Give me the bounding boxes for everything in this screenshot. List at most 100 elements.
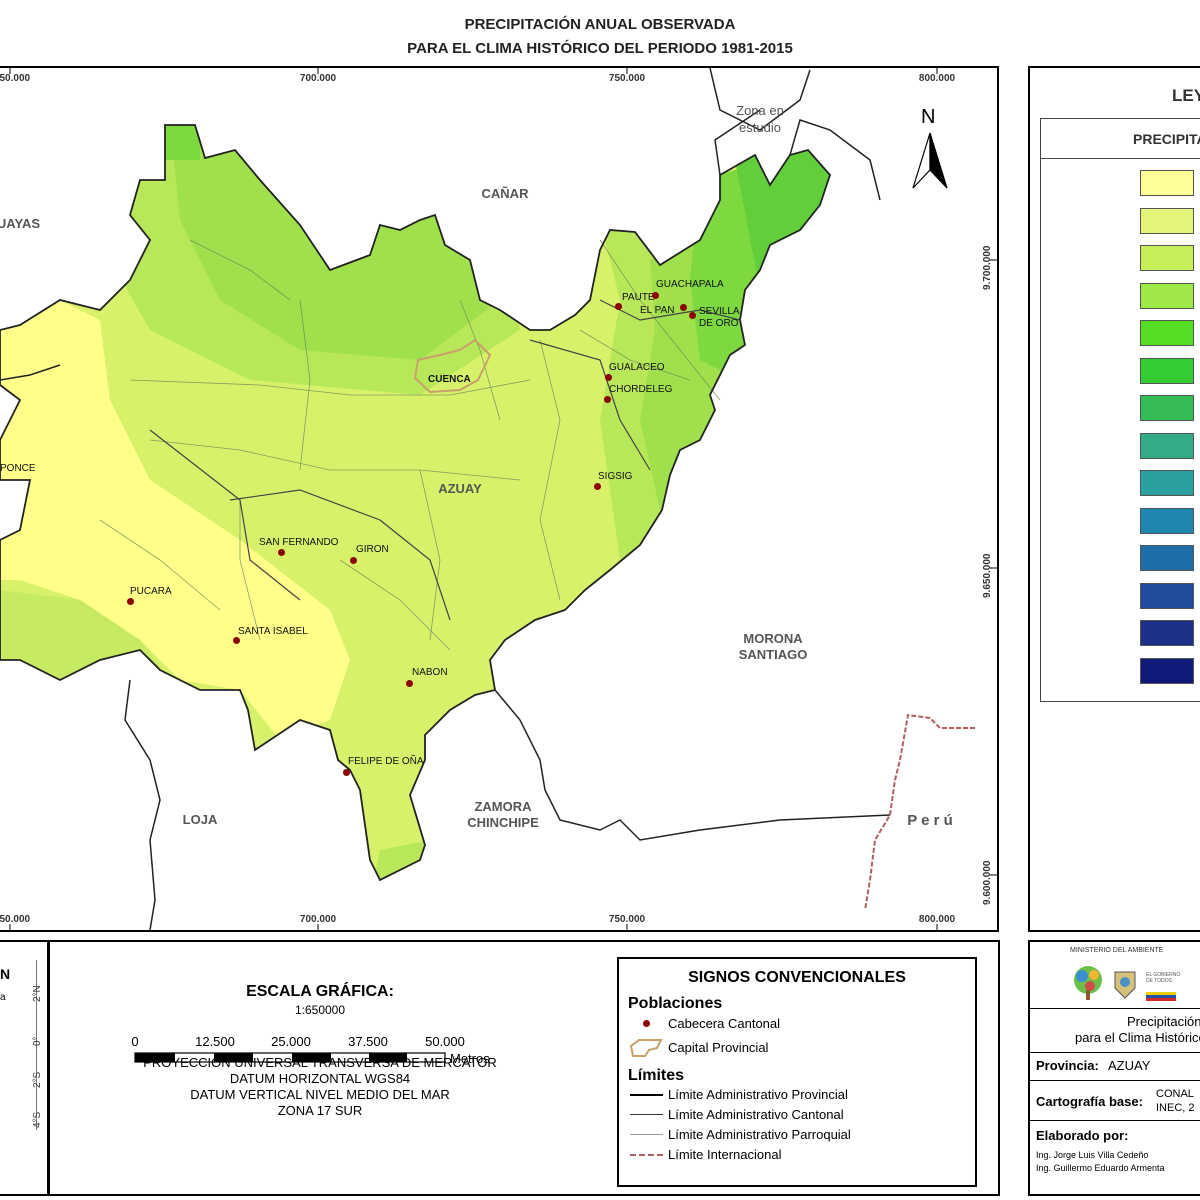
signs-limites: Límites [628, 1067, 685, 1084]
scale-tick-0: 0 [131, 1034, 139, 1049]
region-loja: LOJA [182, 812, 218, 827]
scale-tick-4: 50.000 [425, 1034, 465, 1049]
town-san-fernando: SAN FERNANDO [259, 537, 339, 548]
cartography-label: Cartografía base: [1036, 1094, 1143, 1109]
town-santa-isabel: SANTA ISABEL [238, 626, 308, 637]
region-zamora-2: CHINCHIPE [467, 815, 539, 830]
legend-swatch [1140, 657, 1194, 684]
town-marker [127, 598, 134, 605]
grid-label-top-4: 800.000 [918, 73, 956, 84]
signs-title: SIGNOS CONVENCIONALES [688, 969, 906, 986]
town-marker [605, 374, 612, 381]
town-marker [233, 637, 240, 644]
ministry-label: MINISTERIO DEL AMBIENTE [1070, 947, 1164, 954]
map-title-line1: PRECIPITACIÓN ANUAL OBSERVADA [464, 16, 736, 33]
region-morona-1: MORONA [743, 631, 803, 646]
info-divider-4 [1028, 1120, 1200, 1121]
town-marker [343, 769, 350, 776]
inset-lat-1: 2°N [32, 985, 43, 1002]
town-marker [350, 557, 357, 564]
legend-swatch [1140, 207, 1194, 234]
legend-swatch [1140, 245, 1194, 271]
town-giron: GIRON [356, 544, 389, 555]
town-el-pan: EL PAN [640, 305, 675, 316]
projection-3: DATUM VERTICAL NIVEL MEDIO DEL MAR [190, 1087, 450, 1102]
grid-label-top-3: 750.000 [608, 73, 646, 84]
region-zona-estudio-2: estudio [739, 120, 781, 135]
region-canar: CAÑAR [481, 186, 529, 201]
legend-title: LEYENDA [1172, 86, 1200, 105]
town-felipe-de-ona: FELIPE DE OÑA [348, 756, 424, 767]
elaborated-label: Elaborado por: [1036, 1128, 1129, 1143]
cantonal-line-symbol [630, 1114, 663, 1115]
grid-label-right-3: 9.600.000 [982, 860, 993, 906]
legend-swatch [1140, 357, 1194, 384]
grid-label-bottom-4: 800.000 [918, 914, 956, 925]
town-cuenca: CUENCA [428, 374, 471, 385]
signs-internacional: Límite Internacional [668, 1147, 782, 1162]
grid-label-bottom-2: 700.000 [299, 914, 337, 925]
province-value: AZUAY [1108, 1058, 1151, 1073]
legend-swatch [1140, 507, 1194, 534]
legend-swatch [1140, 470, 1194, 496]
ministry-logo [1074, 966, 1102, 1000]
parroquial-line-symbol [630, 1134, 663, 1135]
cabecera-symbol [643, 1020, 650, 1027]
inset-text: a [0, 992, 6, 1003]
town-gualaceo: GUALACEO [609, 362, 665, 373]
town-sevilla-2: DE ORO [699, 318, 739, 329]
legend-swatch [1140, 582, 1194, 609]
government-logo [1146, 992, 1176, 1001]
grid-label-top-1: 650.000 [0, 73, 31, 84]
projection-1: PROYECCIÓN UNIVERSAL TRANSVERSA DE MERCA… [143, 1055, 497, 1070]
town-marker [594, 483, 601, 490]
grid-label-bottom-1: 650.000 [0, 914, 31, 925]
legend-swatch [1140, 282, 1194, 309]
region-azuay: AZUAY [438, 481, 482, 496]
projection-4: ZONA 17 SUR [277, 1103, 363, 1118]
signs-capital: Capital Provincial [668, 1040, 769, 1055]
inset-lat-4: 4°S [32, 1111, 43, 1128]
legend-swatch [1140, 320, 1194, 346]
signs-provincial: Límite Administrativo Provincial [668, 1087, 848, 1102]
signs-parroquial: Límite Administrativo Parroquial [668, 1127, 851, 1142]
town-sigsig: SIGSIG [598, 471, 633, 482]
info-divider-1 [1028, 1008, 1200, 1009]
scale-title: ESCALA GRÁFICA: [246, 983, 394, 1000]
legend-swatch [1140, 170, 1194, 196]
region-guayas: GUAYAS [0, 216, 40, 231]
ecuador-shield-icon [1114, 971, 1136, 999]
provincial-line-symbol [630, 1094, 663, 1096]
info-desc-1: Precipitación [1127, 1014, 1200, 1029]
province-label: Provincia: [1036, 1058, 1099, 1073]
inset-lat-3: 2°S [32, 1071, 43, 1088]
town-marker [278, 549, 285, 556]
cartography-value-2: INEC, 2 [1156, 1102, 1195, 1114]
town-marker [615, 303, 622, 310]
grid-label-top-2: 700.000 [299, 73, 337, 84]
scale-tick-2: 25.000 [271, 1034, 311, 1049]
info-divider-3 [1028, 1080, 1200, 1081]
town-guachapala: GUACHAPALA [656, 279, 724, 290]
info-desc-2: para el Clima Histórico [1075, 1030, 1200, 1045]
signs-poblaciones: Poblaciones [628, 995, 723, 1012]
legend-subtitle: PRECIPITACIÓN [1133, 131, 1200, 147]
legend-swatch [1140, 432, 1194, 459]
region-zamora-1: ZAMORA [474, 799, 532, 814]
town-paute: PAUTE [622, 292, 655, 303]
scale-tick-3: 37.500 [348, 1034, 388, 1049]
inset-lat-2: 0° [32, 1036, 43, 1046]
region-ponce: PONCE [0, 463, 36, 474]
grid-label-right-2: 9.650.000 [982, 553, 993, 599]
signs-cabecera: Cabecera Cantonal [668, 1016, 781, 1031]
inset-north-label: N [0, 966, 11, 982]
author-1: Ing. Jorge Luis Villa Cedeño [1036, 1150, 1149, 1160]
town-nabon: NABON [412, 667, 448, 678]
town-marker [680, 304, 687, 311]
legend-divider [1040, 158, 1200, 159]
town-marker [689, 312, 696, 319]
grid-label-bottom-3: 750.000 [608, 914, 646, 925]
projection-2: DATUM HORIZONTAL WGS84 [229, 1071, 411, 1086]
info-divider-2 [1028, 1052, 1200, 1053]
legend-swatch [1140, 620, 1194, 646]
